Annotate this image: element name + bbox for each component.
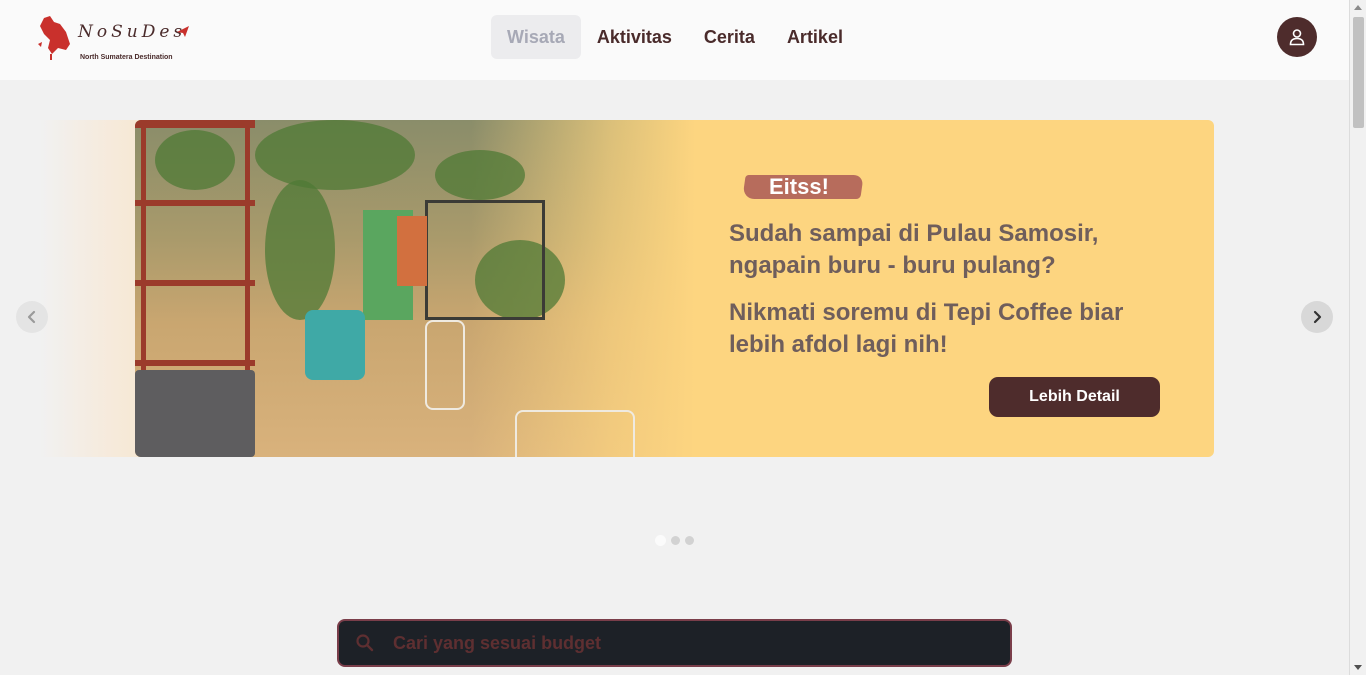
user-icon xyxy=(1289,29,1305,46)
cafe-photo xyxy=(135,120,695,457)
carousel-dot-1[interactable] xyxy=(655,535,666,546)
carousel-next-button[interactable] xyxy=(1301,301,1333,333)
sumatera-map-icon xyxy=(38,16,70,60)
slide-subheadline: Nikmati soremu di Tepi Coffee biar lebih… xyxy=(729,299,1124,358)
chevron-right-icon xyxy=(1313,310,1322,324)
scroll-up-icon[interactable] xyxy=(1354,5,1362,10)
airplane-icon xyxy=(177,26,189,37)
nav-item-cerita[interactable]: Cerita xyxy=(688,15,771,59)
search-icon[interactable] xyxy=(355,633,375,653)
carousel-pagination xyxy=(655,535,694,546)
brand-logo[interactable]: NoSuDes North Sumatera Destination xyxy=(36,14,196,66)
nav-item-aktivitas[interactable]: Aktivitas xyxy=(581,15,688,59)
carousel-dot-2[interactable] xyxy=(671,536,680,545)
budget-search-bar xyxy=(337,619,1012,667)
page-scrollbar[interactable] xyxy=(1349,0,1366,675)
lebih-detail-button[interactable]: Lebih Detail xyxy=(989,377,1160,417)
slide-headline: Sudah sampai di Pulau Samosir, ngapain b… xyxy=(729,220,1099,279)
nav-item-wisata[interactable]: Wisata xyxy=(491,15,581,59)
scroll-thumb[interactable] xyxy=(1353,17,1364,128)
badge-label: Eitss! xyxy=(769,174,829,199)
scroll-down-icon[interactable] xyxy=(1354,665,1362,670)
nav-item-artikel[interactable]: Artikel xyxy=(771,15,859,59)
carousel-dot-3[interactable] xyxy=(685,536,694,545)
carousel-prev-button[interactable] xyxy=(16,301,48,333)
brand-tagline: North Sumatera Destination xyxy=(80,54,173,61)
carousel-slide: Eitss! Sudah sampai di Pulau Samosir, ng… xyxy=(135,120,1214,457)
user-account-button[interactable] xyxy=(1277,17,1317,57)
brand-wordmark: NoSuDes xyxy=(78,22,187,42)
chevron-left-icon xyxy=(27,310,36,324)
top-navbar: NoSuDes North Sumatera Destination Wisat… xyxy=(0,0,1349,80)
slide-badge: Eitss! xyxy=(742,172,864,202)
search-input[interactable] xyxy=(393,621,1010,665)
main-nav: Wisata Aktivitas Cerita Artikel xyxy=(491,15,859,59)
